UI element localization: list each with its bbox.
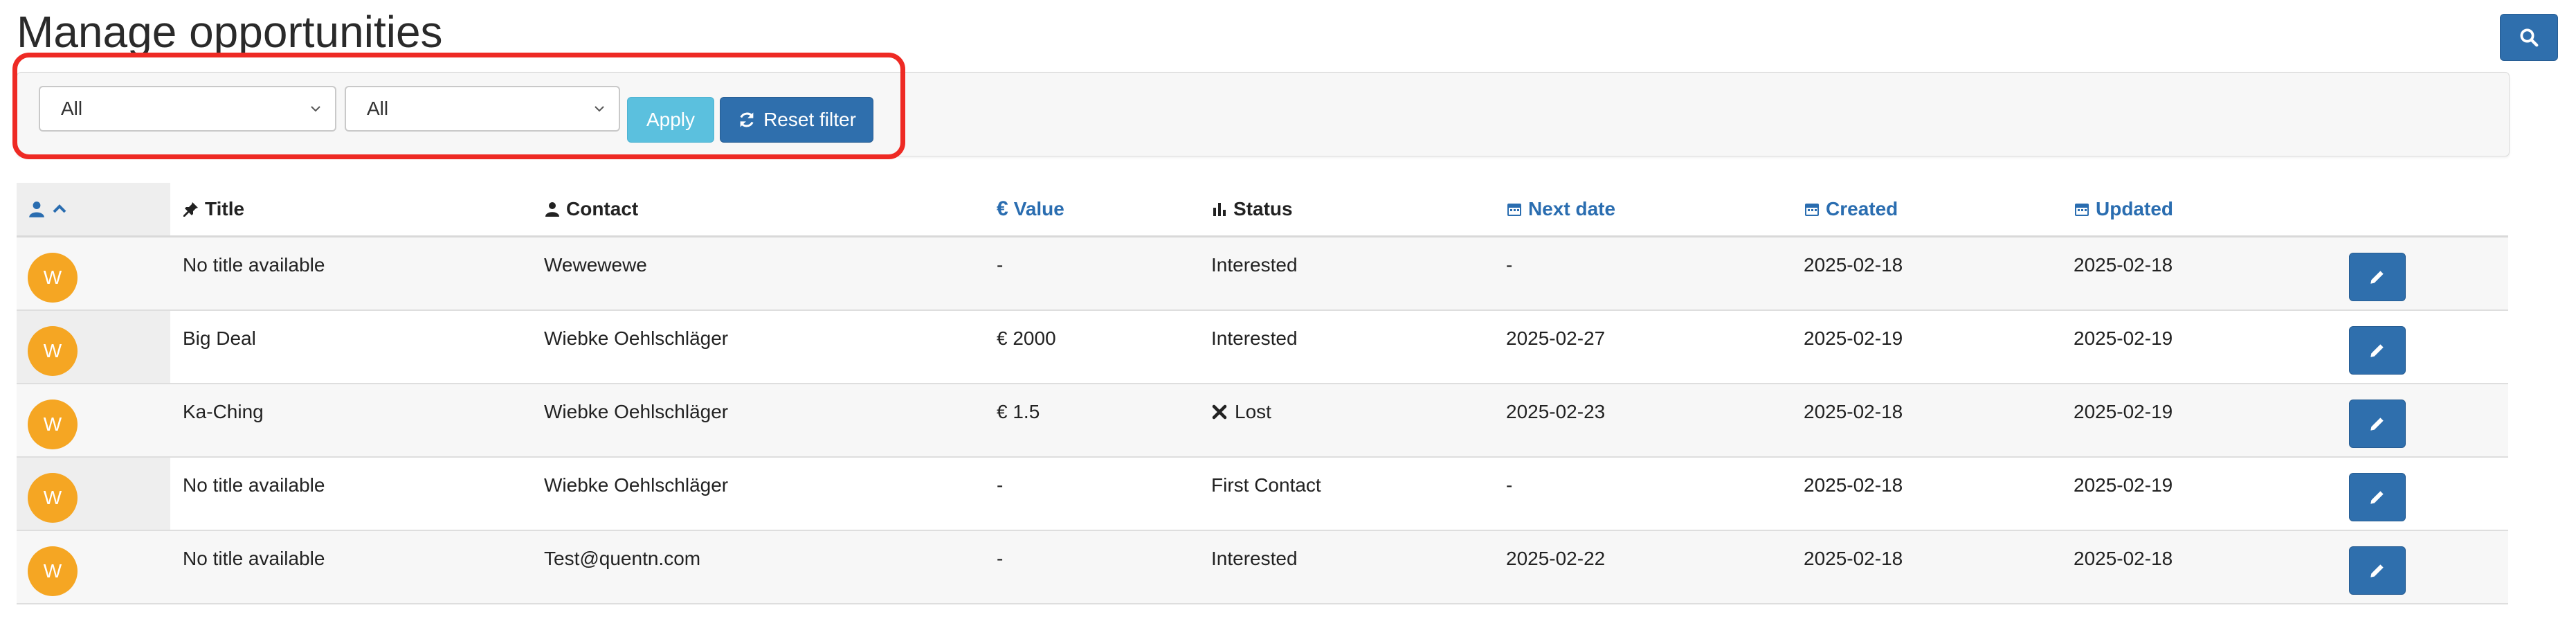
contact-header[interactable]: Contact: [544, 183, 638, 235]
reset-filter-button[interactable]: Reset filter: [720, 97, 873, 143]
pencil-icon: [2370, 491, 2384, 504]
avatar: W: [28, 326, 78, 376]
search-button[interactable]: [2500, 14, 2558, 61]
edit-button[interactable]: [2349, 546, 2406, 595]
title-cell: No title available: [183, 474, 325, 496]
contact-cell: Wiebke Oehlschläger: [544, 328, 729, 349]
status-cell: Interested: [1211, 328, 1298, 349]
opportunities-table: Title Contact € Value Status Next date C…: [17, 183, 2508, 604]
created-cell: 2025-02-18: [1804, 548, 1903, 569]
table-row[interactable]: W Big Deal Wiebke Oehlschläger € 2000 In…: [17, 311, 2508, 384]
filter-select-1-value: All: [61, 98, 83, 119]
user-icon: [29, 201, 44, 217]
bar-chart-icon: [1213, 203, 1226, 216]
updated-header[interactable]: Updated: [2074, 183, 2173, 235]
next-date-cell: 2025-02-23: [1506, 401, 1606, 422]
value-cell: -: [997, 254, 1004, 276]
avatar: W: [28, 253, 78, 303]
title-cell: Big Deal: [183, 328, 256, 349]
contact-cell: Wewewewe: [544, 254, 647, 276]
contact-header-label: Contact: [566, 198, 639, 219]
table-row[interactable]: W No title available Wewewewe - Interest…: [17, 237, 2508, 311]
updated-cell: 2025-02-19: [2074, 401, 2173, 422]
avatar: W: [28, 473, 78, 523]
status-header-label: Status: [1233, 198, 1293, 219]
pencil-icon: [2370, 271, 2384, 284]
edit-button[interactable]: [2349, 253, 2406, 301]
search-icon: [2520, 28, 2539, 47]
next-date-cell: 2025-02-27: [1506, 328, 1606, 349]
calendar-icon: [2075, 204, 2089, 216]
chevron-down-icon: [590, 99, 609, 118]
updated-cell: 2025-02-19: [2074, 474, 2173, 496]
edit-button[interactable]: [2349, 326, 2406, 375]
status-cell: First Contact: [1211, 474, 1321, 496]
created-header[interactable]: Created: [1804, 183, 1898, 235]
created-cell: 2025-02-18: [1804, 254, 1903, 276]
next-date-cell: -: [1506, 254, 1513, 276]
value-header-label: Value: [1013, 198, 1064, 219]
pencil-icon: [2370, 418, 2384, 431]
avatar: W: [28, 400, 78, 449]
pin-icon: [183, 202, 198, 217]
updated-cell: 2025-02-18: [2074, 254, 2173, 276]
page-title: Manage opportunities: [17, 7, 443, 57]
title-cell: No title available: [183, 254, 325, 276]
status-cell: Lost: [1211, 401, 1271, 423]
value-header[interactable]: € Value: [997, 183, 1064, 235]
contact-cell: Wiebke Oehlschläger: [544, 401, 729, 422]
contact-cell: Test@quentn.com: [544, 548, 701, 569]
edit-button[interactable]: [2349, 473, 2406, 521]
title-cell: Ka-Ching: [183, 401, 264, 422]
title-header-label: Title: [205, 198, 245, 219]
value-cell: € 1.5: [997, 401, 1040, 422]
chevron-up-icon: [53, 204, 66, 213]
calendar-icon: [1805, 204, 1819, 216]
next-date-header[interactable]: Next date: [1506, 183, 1615, 235]
title-header[interactable]: Title: [183, 183, 244, 235]
title-cell: No title available: [183, 548, 325, 569]
filter-select-2-value: All: [367, 98, 389, 119]
close-icon: [1212, 404, 1227, 420]
status-cell: Interested: [1211, 254, 1298, 276]
status-label: Lost: [1235, 401, 1271, 422]
value-cell: -: [997, 548, 1004, 569]
updated-cell: 2025-02-18: [2074, 548, 2173, 569]
value-cell: -: [997, 474, 1004, 496]
refresh-icon: [740, 112, 754, 127]
sort-by-owner-header[interactable]: [28, 183, 68, 235]
chevron-down-icon: [306, 99, 325, 118]
euro-icon: €: [997, 197, 1008, 220]
pencil-icon: [2370, 564, 2384, 577]
created-header-label: Created: [1826, 198, 1898, 219]
table-row[interactable]: W Ka-Ching Wiebke Oehlschläger € 1.5 Los…: [17, 384, 2508, 458]
updated-cell: 2025-02-19: [2074, 328, 2173, 349]
table-row[interactable]: W No title available Wiebke Oehlschläger…: [17, 458, 2508, 531]
created-cell: 2025-02-18: [1804, 474, 1903, 496]
user-icon: [545, 202, 559, 217]
apply-button[interactable]: Apply: [627, 97, 714, 143]
contact-cell: Wiebke Oehlschläger: [544, 474, 729, 496]
reset-filter-label: Reset filter: [763, 109, 856, 130]
status-cell: Interested: [1211, 548, 1298, 569]
next-date-cell: 2025-02-22: [1506, 548, 1606, 569]
next-date-cell: -: [1506, 474, 1513, 496]
value-cell: € 2000: [997, 328, 1056, 349]
updated-header-label: Updated: [2096, 198, 2173, 219]
table-row[interactable]: W No title available Test@quentn.com - I…: [17, 531, 2508, 604]
created-cell: 2025-02-18: [1804, 401, 1903, 422]
pencil-icon: [2370, 344, 2384, 357]
calendar-icon: [1507, 204, 1521, 216]
created-cell: 2025-02-19: [1804, 328, 1903, 349]
status-header[interactable]: Status: [1211, 183, 1293, 235]
filter-select-1[interactable]: All: [39, 86, 336, 132]
next-date-header-label: Next date: [1528, 198, 1616, 219]
avatar: W: [28, 546, 78, 596]
table-header: Title Contact € Value Status Next date C…: [17, 183, 2508, 237]
filter-select-2[interactable]: All: [345, 86, 620, 132]
edit-button[interactable]: [2349, 400, 2406, 448]
